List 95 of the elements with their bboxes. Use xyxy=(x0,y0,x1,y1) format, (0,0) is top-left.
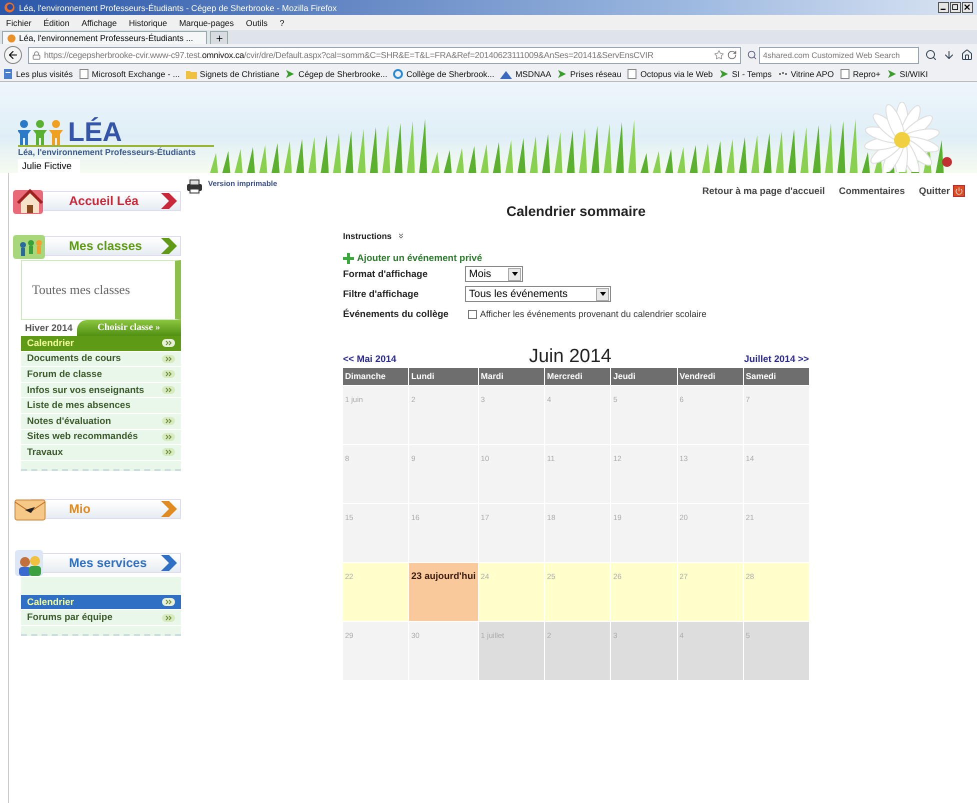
sidebar-item[interactable]: Notes d'évaluation xyxy=(21,414,181,430)
sidebar-item[interactable]: Calendrier xyxy=(21,594,181,610)
bookmark[interactable]: MSDNAA xyxy=(500,68,552,78)
dots-icon xyxy=(778,70,788,76)
page-title: Calendrier sommaire xyxy=(505,203,647,219)
menu-item[interactable]: ? xyxy=(280,18,284,28)
sidebar-item[interactable]: Forum de classe xyxy=(21,367,181,383)
weekday-header: Lundi xyxy=(409,368,478,385)
field-label: Filtre d'affichage xyxy=(343,288,420,300)
dropdown-caret-icon xyxy=(512,272,518,276)
bookmark[interactable]: Les plus visités xyxy=(3,68,73,78)
maximize-icon[interactable] xyxy=(950,2,961,13)
bookmark[interactable]: Microsoft Exchange - ... xyxy=(78,68,180,78)
bookmark[interactable]: Cégep de Sherbrooke... xyxy=(285,68,388,78)
sidebar-item[interactable]: Travaux xyxy=(21,445,181,461)
menu-item[interactable]: Édition xyxy=(44,18,70,28)
next-month-link[interactable]: Juillet 2014 >> xyxy=(744,354,809,368)
sidebar-item[interactable]: Infos sur vos enseignants xyxy=(21,382,181,398)
window-title: Léa, l'environnement Professeurs-Étudiants - Cégep de Sherbrooke - Mozilla Firefox xyxy=(19,2,337,12)
calendar-day[interactable]: 23 aujourd'hui xyxy=(409,563,478,621)
bookmark[interactable]: SI - Temps xyxy=(718,68,772,78)
new-tab-button[interactable] xyxy=(210,31,228,44)
page-icon xyxy=(3,68,13,78)
bookmark[interactable]: Collège de Sherbrook... xyxy=(393,68,494,78)
page-icon xyxy=(840,68,850,78)
back-arrow-icon xyxy=(7,49,19,61)
search-field[interactable]: 4shared.com Customized Web Search xyxy=(759,46,919,64)
dropdown[interactable]: Tous les événements xyxy=(465,286,611,302)
download-icon[interactable] xyxy=(943,49,955,61)
sidebar-item[interactable]: Sites web recommandés xyxy=(21,430,181,446)
double-chevron-icon xyxy=(396,232,405,240)
bookmark[interactable]: Signets de Christiane xyxy=(186,68,280,78)
arrow-icon xyxy=(557,68,568,78)
checkbox[interactable] xyxy=(468,310,477,318)
menu-item[interactable]: Marque-pages xyxy=(179,18,234,28)
menu-item[interactable]: Fichier xyxy=(6,18,32,28)
page-icon xyxy=(627,68,638,78)
people-icon xyxy=(18,119,66,145)
address-field[interactable]: https://cegepsherbrooke-cvir.www-c97.test.omnivox.ca/cvir/dre/Default.aspx?cal=somm&C=SHR&E=T&L=FRA&Ref=20140623111009&AnSes=20141&ServEnsCVIR xyxy=(28,46,741,64)
month-title: Juin 2014 xyxy=(528,346,612,368)
weekday-header: Samedi xyxy=(744,368,809,385)
top-link[interactable]: Quitter xyxy=(918,185,965,197)
dropdown[interactable]: Mois xyxy=(465,266,523,282)
page-icon xyxy=(78,68,89,78)
plus-icon xyxy=(343,253,354,264)
sidebar-item[interactable]: Liste de mes absences xyxy=(21,398,181,414)
plus-icon xyxy=(214,34,224,42)
dropdown-caret-icon xyxy=(600,292,606,296)
term-label: Hiver 2014 xyxy=(24,322,74,334)
printer-icon xyxy=(186,179,203,194)
top-link[interactable]: Commentaires xyxy=(838,186,905,196)
bookmark[interactable]: Octopus via le Web xyxy=(627,68,713,78)
arrow-icon xyxy=(718,68,729,78)
checkbox-label: Afficher les événements provenant du calendrier scolaire xyxy=(480,309,706,319)
search-engine-icon[interactable] xyxy=(747,50,757,60)
back-button[interactable] xyxy=(4,46,22,64)
instructions-toggle[interactable]: Instructions xyxy=(343,231,405,241)
sidebar-item[interactable]: Calendrier xyxy=(21,336,181,352)
star-icon[interactable] xyxy=(714,50,724,60)
sidebar-item[interactable]: Documents de cours xyxy=(21,352,181,368)
menu-item[interactable]: Historique xyxy=(128,18,168,28)
bookmark[interactable]: Prises réseau xyxy=(557,68,622,78)
weekday-header: Jeudi xyxy=(611,368,677,385)
browser-logo-icon xyxy=(4,2,15,13)
bookmark[interactable]: SI/WIKI xyxy=(886,68,928,78)
choose-class-button[interactable]: Choisir classe » xyxy=(76,320,181,336)
menu-item[interactable]: Affichage xyxy=(82,18,117,28)
field-label: Format d'affichage xyxy=(343,268,429,280)
weekday-header: Vendredi xyxy=(678,368,743,385)
weekday-header: Dimanche xyxy=(343,368,408,385)
close-icon[interactable] xyxy=(962,2,973,13)
arrow-icon xyxy=(886,68,897,78)
power-icon xyxy=(953,185,965,197)
top-link[interactable]: Retour à ma page d'accueil xyxy=(702,186,825,196)
lock-icon xyxy=(32,50,41,60)
site-subtitle: Léa, l'environnement Professeurs-Étudiants xyxy=(18,145,214,157)
sidebar-item[interactable]: Forums par équipe xyxy=(21,610,181,626)
reload-icon[interactable] xyxy=(727,50,737,60)
previous-month-link[interactable]: << Mai 2014 xyxy=(343,354,396,368)
browser-tab[interactable]: Léa, l'environnement Professeurs-Étudiants ... xyxy=(2,31,207,44)
menu-item[interactable]: Outils xyxy=(246,18,268,28)
logo-text: LÉA xyxy=(68,119,122,145)
bookmark[interactable]: Vitrine APO xyxy=(778,68,834,78)
home-icon[interactable] xyxy=(961,49,973,61)
minimize-icon[interactable] xyxy=(938,2,949,13)
weekday-header: Mardi xyxy=(478,368,544,385)
arrow-icon xyxy=(285,68,296,78)
add-event-link[interactable]: Ajouter un événement privé xyxy=(343,253,482,264)
user-name: Julie Fictive xyxy=(18,159,80,173)
bookmark[interactable]: Repro+ xyxy=(840,68,881,78)
folder-icon xyxy=(186,68,197,78)
weekday-header: Mercredi xyxy=(545,368,610,385)
field-label: Événements du collège xyxy=(343,308,450,320)
search-icon[interactable] xyxy=(925,49,937,61)
classes-card[interactable]: Toutes mes classes xyxy=(21,260,181,320)
